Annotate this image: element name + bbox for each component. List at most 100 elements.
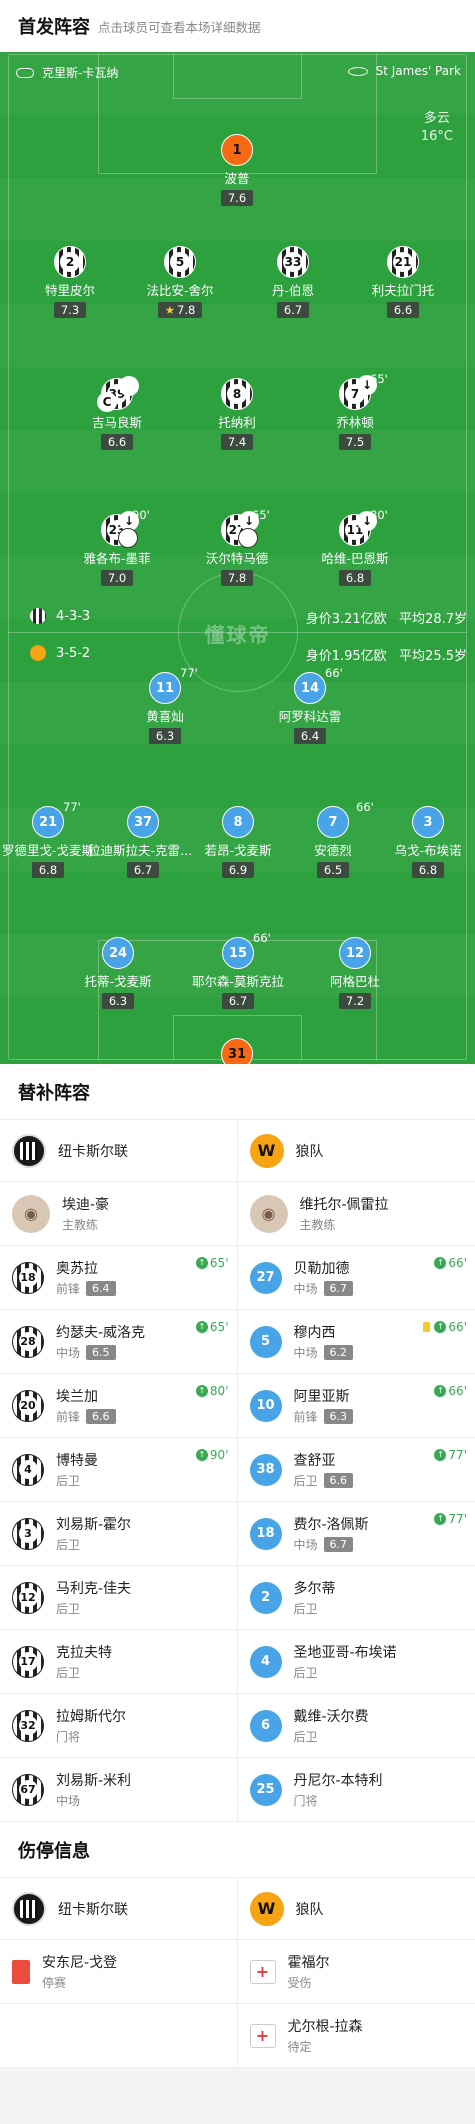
sub-player-away-2[interactable]: 10阿里亚斯前锋6.3↑66' xyxy=(238,1374,475,1437)
player-name: 若昂-戈麦斯 xyxy=(183,840,293,859)
player-home-4[interactable]: 21利夫拉门托6.6 xyxy=(348,246,458,318)
sub-player-position: 中场 xyxy=(56,1792,80,1809)
sub-player-home-4[interactable]: 3刘易斯-霍尔后卫 xyxy=(0,1502,238,1565)
sub-player-text: 多尔蒂后卫 xyxy=(294,1578,336,1617)
sub-player-meta: 后卫 xyxy=(294,1728,369,1745)
away-team-name: 狼队 xyxy=(296,1141,324,1161)
player-away-10[interactable]: 31约翰斯通7.2 xyxy=(182,1038,292,1064)
sub-player-home-1[interactable]: 28约瑟夫-威洛克中场6.5↑65' xyxy=(0,1310,238,1373)
injury-player-name: 尤尔根-拉森 xyxy=(288,2016,363,2036)
newcastle-logo-icon xyxy=(12,1134,46,1168)
injury-away-0[interactable]: +霍福尔受伤 xyxy=(238,1940,475,2003)
injuries-title: 伤停信息 xyxy=(0,1822,475,1878)
wolves-logo-icon: W xyxy=(250,1134,284,1168)
player-away-7[interactable]: 24托蒂-戈麦斯6.3 xyxy=(63,937,173,1009)
home-coach[interactable]: ◉ 埃迪-豪 主教练 xyxy=(0,1182,238,1245)
player-home-10[interactable]: 11↓80'哈维-巴恩斯6.8 xyxy=(300,514,410,586)
sub-in-time: 65' xyxy=(210,1320,229,1334)
sub-row: 20埃兰加前锋6.6↑80'10阿里亚斯前锋6.3↑66' xyxy=(0,1374,475,1438)
sub-player-position: 中场 xyxy=(56,1344,80,1361)
player-away-5[interactable]: 766'安德烈6.5 xyxy=(278,806,388,878)
sub-player-name: 多尔蒂 xyxy=(294,1578,336,1598)
sub-in-indicator: ↑90' xyxy=(196,1448,229,1462)
player-rating: ★7.8 xyxy=(158,302,203,318)
jersey-icon: 1 xyxy=(221,134,253,166)
jersey-number: 2 xyxy=(60,252,80,272)
jersey-icon: 3 xyxy=(12,1518,44,1550)
sub-player-away-8[interactable]: 25丹尼尔-本特利门将 xyxy=(238,1758,475,1821)
player-home-9[interactable]: 27↓65'沃尔特马德7.8 xyxy=(182,514,292,586)
player-home-3[interactable]: 33丹-伯恩6.7 xyxy=(238,246,348,318)
sub-player-meta: 前锋6.6 xyxy=(56,1408,116,1425)
sub-player-away-0[interactable]: 27贝勒加德中场6.7↑66' xyxy=(238,1246,475,1309)
sub-player-home-6[interactable]: 17克拉夫特后卫 xyxy=(0,1630,238,1693)
sub-player-away-7[interactable]: 6戴维-沃尔费后卫 xyxy=(238,1694,475,1757)
ball-icon xyxy=(118,528,138,548)
player-home-1[interactable]: 2特里皮尔7.3 xyxy=(15,246,125,318)
injury-home-0[interactable]: 安东尼-戈登停赛 xyxy=(0,1940,238,2003)
coach-avatar: ◉ xyxy=(12,1195,50,1233)
sub-player-text: 刘易斯-米利中场 xyxy=(56,1770,131,1809)
home-team-header: 纽卡斯尔联 xyxy=(0,1120,238,1181)
sub-player-position: 后卫 xyxy=(294,1664,318,1681)
player-rating: 7.2 xyxy=(339,993,371,1009)
sub-player-home-5[interactable]: 12马利克-佳夫后卫 xyxy=(0,1566,238,1629)
sub-player-home-2[interactable]: 20埃兰加前锋6.6↑80' xyxy=(0,1374,238,1437)
sub-row: 18奥苏拉前锋6.4↑65'27贝勒加德中场6.7↑66' xyxy=(0,1246,475,1310)
sub-player-away-4[interactable]: 18费尔-洛佩斯中场6.7↑77' xyxy=(238,1502,475,1565)
player-rating: 7.3 xyxy=(54,302,86,318)
away-coach[interactable]: ◉ 维托尔-佩雷拉 主教练 xyxy=(238,1182,475,1245)
player-name: 雅各布-墨菲 xyxy=(62,548,172,567)
sub-player-position: 后卫 xyxy=(294,1600,318,1617)
sub-row: 32拉姆斯代尔门将6戴维-沃尔费后卫 xyxy=(0,1694,475,1758)
player-name: 阿格巴杜 xyxy=(300,971,410,990)
player-rating: 6.7 xyxy=(222,993,254,1009)
pitch-line xyxy=(173,54,302,99)
page-footer xyxy=(0,2068,475,2124)
jersey-icon: 4 xyxy=(250,1646,282,1678)
sub-player-position: 中场 xyxy=(294,1344,318,1361)
sub-in-icon: ↑ xyxy=(196,1449,208,1461)
player-away-6[interactable]: 3乌戈-布埃诺6.8 xyxy=(373,806,475,878)
player-home-0[interactable]: 1波普7.6 xyxy=(182,134,292,206)
rating-value: 7.8 xyxy=(177,303,195,317)
player-home-6[interactable]: 8托纳利7.4 xyxy=(182,378,292,450)
sub-player-text: 埃兰加前锋6.6 xyxy=(56,1386,116,1425)
player-away-8[interactable]: 1566'耶尔森-莫斯克拉6.7 xyxy=(183,937,293,1009)
sub-in-time: 66' xyxy=(448,1384,467,1398)
sub-player-home-7[interactable]: 32拉姆斯代尔门将 xyxy=(0,1694,238,1757)
rating-value: 6.7 xyxy=(284,303,302,317)
player-away-0[interactable]: 1177'黄喜灿6.3 xyxy=(110,672,220,744)
sub-player-home-8[interactable]: 67刘易斯-米利中场 xyxy=(0,1758,238,1821)
player-home-5[interactable]: 39C吉马良斯6.6 xyxy=(62,378,172,450)
player-name: 丹-伯恩 xyxy=(238,280,348,299)
sub-player-name: 埃兰加 xyxy=(56,1386,116,1406)
player-away-9[interactable]: 12阿格巴杜7.2 xyxy=(300,937,410,1009)
player-name: 拉迪斯拉夫-克雷伊奇 xyxy=(88,840,198,859)
player-rating: 7.0 xyxy=(101,570,133,586)
sub-player-away-5[interactable]: 2多尔蒂后卫 xyxy=(238,1566,475,1629)
player-home-7[interactable]: 7↓65'乔林顿7.5 xyxy=(300,378,410,450)
player-home-2[interactable]: 5法比安-舍尔★7.8 xyxy=(125,246,235,318)
sub-in-icon: ↑ xyxy=(434,1385,446,1397)
sub-row: 67刘易斯-米利中场25丹尼尔-本特利门将 xyxy=(0,1758,475,1822)
injury-away-1[interactable]: +尤尔根-拉森待定 xyxy=(238,2004,475,2067)
jersey-icon: 28 xyxy=(12,1326,44,1358)
player-home-8[interactable]: 23↓90'雅各布-墨菲7.0 xyxy=(62,514,172,586)
sub-player-name: 圣地亚哥-布埃诺 xyxy=(294,1642,397,1662)
jersey-icon: 18 xyxy=(250,1518,282,1550)
player-away-1[interactable]: 1466'阿罗科达雷6.4 xyxy=(255,672,365,744)
player-away-4[interactable]: 8若昂-戈麦斯6.9 xyxy=(183,806,293,878)
sub-player-home-0[interactable]: 18奥苏拉前锋6.4↑65' xyxy=(0,1246,238,1309)
yellow-card-icon xyxy=(119,376,139,396)
player-name: 托纳利 xyxy=(182,412,292,431)
sub-player-home-3[interactable]: 4博特曼后卫↑90' xyxy=(0,1438,238,1501)
sub-player-text: 约瑟夫-威洛克中场6.5 xyxy=(56,1322,145,1361)
sub-player-away-1[interactable]: 5穆内西中场6.2↑66' xyxy=(238,1310,475,1373)
sub-out-time: 66' xyxy=(356,800,374,814)
sub-player-meta: 中场6.7 xyxy=(294,1536,369,1553)
red-card-icon xyxy=(12,1960,30,1984)
sub-player-away-3[interactable]: 38查舒亚后卫6.6↑77' xyxy=(238,1438,475,1501)
player-away-3[interactable]: 37拉迪斯拉夫-克雷伊奇6.7 xyxy=(88,806,198,878)
sub-player-away-6[interactable]: 4 圣地亚哥-布埃诺后卫 xyxy=(238,1630,475,1693)
